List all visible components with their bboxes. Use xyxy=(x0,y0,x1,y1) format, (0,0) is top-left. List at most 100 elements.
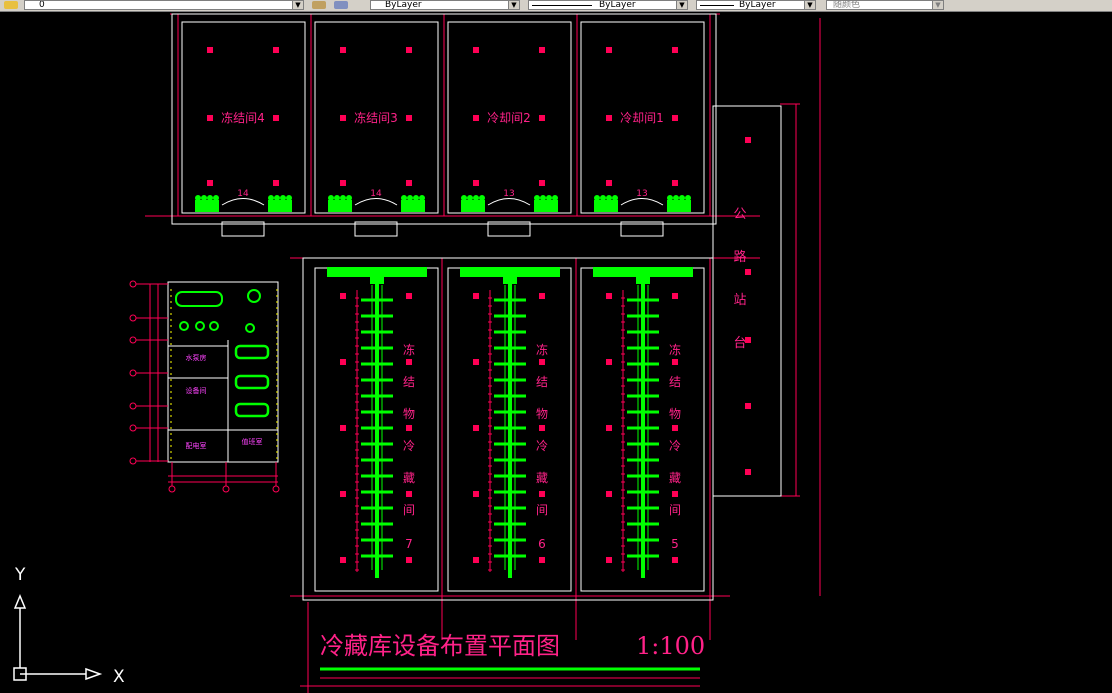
room-label-char: 冻 xyxy=(403,342,415,357)
column-marker xyxy=(606,47,612,53)
color-value: ByLayer xyxy=(385,0,422,10)
axis-bubble xyxy=(129,369,137,377)
air-cooler-fan xyxy=(280,195,286,201)
air-cooler-fan xyxy=(461,195,467,201)
air-cooler-fan xyxy=(419,195,425,201)
air-cooler-fan xyxy=(685,195,691,201)
column-marker xyxy=(672,180,678,186)
chevron-down-icon[interactable]: ▼ xyxy=(676,1,687,9)
air-cooler-body xyxy=(594,200,618,212)
layer-state-icon[interactable] xyxy=(4,1,18,9)
air-cooler-fan xyxy=(401,195,407,201)
air-cooler-fan xyxy=(328,195,334,201)
machine-room-label: 配电室 xyxy=(186,441,207,450)
pump-unit xyxy=(247,289,261,303)
platform-label-char: 公 xyxy=(733,207,746,222)
chevron-down-icon[interactable]: ▼ xyxy=(804,1,815,9)
color-dropdown[interactable]: ByLayer ▼ xyxy=(370,0,520,10)
layer-value: 0 xyxy=(39,0,45,10)
column-marker xyxy=(207,47,213,53)
column-marker xyxy=(340,293,346,299)
pipe-arc xyxy=(354,198,398,206)
room-label-char: 物 xyxy=(669,407,681,421)
chevron-down-icon[interactable]: ▼ xyxy=(292,1,303,9)
chevron-down-icon[interactable]: ▼ xyxy=(508,1,519,9)
room-label-char: 冻 xyxy=(536,342,548,357)
layers-stack-icon[interactable] xyxy=(334,1,348,9)
column-marker xyxy=(273,180,279,186)
axis-bubble xyxy=(129,336,137,344)
air-cooler-fan xyxy=(606,195,612,201)
condenser-unit xyxy=(234,344,270,360)
air-cooler-body xyxy=(401,200,425,212)
column-marker xyxy=(672,557,678,563)
column-marker xyxy=(340,47,346,53)
column-marker xyxy=(473,293,479,299)
chevron-down-icon[interactable]: ▼ xyxy=(932,1,943,9)
axis-bubble xyxy=(168,485,176,493)
condenser-unit xyxy=(234,402,270,418)
lineweight-swatch xyxy=(700,5,734,6)
column-marker xyxy=(340,359,346,365)
room-label-char: 冻 xyxy=(669,342,681,357)
drawing-svg[interactable]: 冻结间414冻结间314冷却间213冷却间113 冻结物冷藏间7冻结物冷藏间6冻… xyxy=(0,11,1112,693)
air-cooler-fan xyxy=(552,195,558,201)
column-marker xyxy=(473,491,479,497)
column-marker xyxy=(539,425,545,431)
air-cooler-fan xyxy=(612,195,618,201)
drawing-title: 冷藏库设备布置平面图 xyxy=(320,632,560,660)
pump-unit xyxy=(179,321,189,331)
room-label: 冻结间3 xyxy=(354,110,398,125)
lineweight-value: ByLayer xyxy=(739,0,776,10)
plotstyle-value: 随颜色 xyxy=(833,0,861,10)
room-label-char: 间 xyxy=(536,503,548,517)
column-marker xyxy=(672,115,678,121)
room-label: 冷却间2 xyxy=(487,111,531,125)
pipe-arc xyxy=(487,198,531,206)
air-cooler xyxy=(195,195,219,212)
column-marker xyxy=(745,269,751,275)
column-marker xyxy=(606,293,612,299)
model-space-canvas[interactable]: 冻结间4 14 冻结间3 14 冷却间2 13 冷却间1 13 冻结物冷藏间7冻结物冷藏间6冻… xyxy=(0,11,1112,693)
column-marker xyxy=(473,557,479,563)
column-marker xyxy=(606,115,612,121)
column-marker xyxy=(606,557,612,563)
axis-bubble xyxy=(272,485,280,493)
column-marker xyxy=(745,403,751,409)
column-marker xyxy=(672,425,678,431)
machine-room-label: 设备间 xyxy=(186,386,207,395)
air-cooler-body xyxy=(667,200,691,212)
air-cooler xyxy=(534,195,558,212)
column-marker xyxy=(406,47,412,53)
air-cooler-fan xyxy=(594,195,600,201)
air-cooler-fan xyxy=(274,195,280,201)
air-cooler xyxy=(401,195,425,212)
air-cooler-fan xyxy=(546,195,552,201)
layer-previous-icon[interactable] xyxy=(312,1,326,9)
column-marker xyxy=(406,557,412,563)
lineweight-dropdown[interactable]: ByLayer ▼ xyxy=(696,0,816,10)
column-marker xyxy=(406,293,412,299)
column-marker xyxy=(473,115,479,121)
air-cooler-fan xyxy=(213,195,219,201)
column-marker xyxy=(340,180,346,186)
cooler-count: 14 xyxy=(370,189,382,199)
machine-room-label: 值班室 xyxy=(242,437,263,446)
air-cooler-fan xyxy=(413,195,419,201)
layer-dropdown[interactable]: 0 ▼ xyxy=(24,0,304,10)
air-cooler xyxy=(268,195,292,212)
column-marker xyxy=(606,359,612,365)
plotstyle-dropdown[interactable]: 随颜色 ▼ xyxy=(826,0,944,10)
pipe-arc xyxy=(620,198,664,206)
column-marker xyxy=(473,425,479,431)
room-label-char: 冷 xyxy=(536,439,548,453)
air-cooler-fan xyxy=(479,195,485,201)
linetype-dropdown[interactable]: ByLayer ▼ xyxy=(528,0,688,10)
axis-bubble xyxy=(129,314,137,322)
room-label-char: 结 xyxy=(669,375,681,389)
column-marker xyxy=(473,180,479,186)
column-marker xyxy=(473,47,479,53)
air-cooler-fan xyxy=(268,195,274,201)
column-marker xyxy=(406,115,412,121)
air-cooler-body xyxy=(461,200,485,212)
